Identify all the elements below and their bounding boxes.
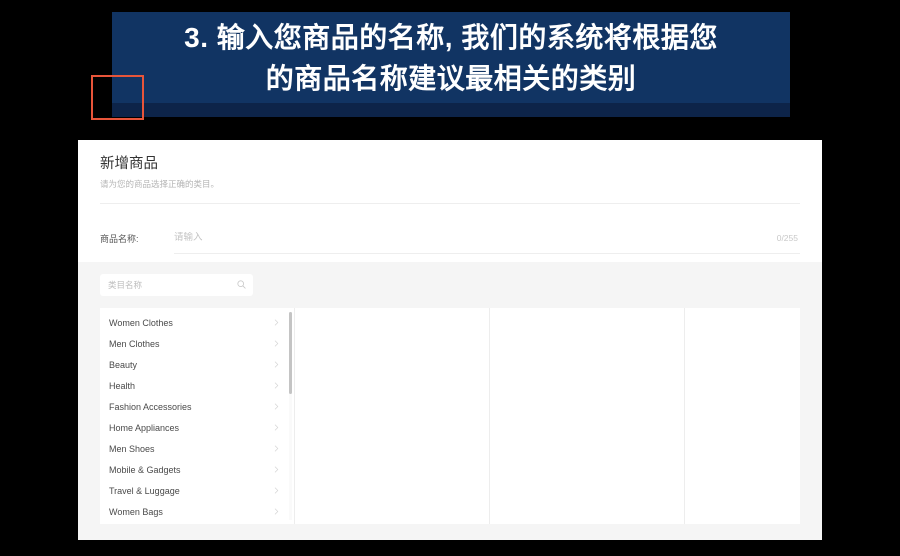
category-cascader: Women Clothes Men Clothes Beauty Health Fash… <box>100 308 800 524</box>
panel-header: 新增商品 请为您的商品选择正确的类目。 <box>78 140 822 214</box>
instruction-banner: 3. 输入您商品的名称, 我们的系统将根据您 的商品名称建议最相关的类别 <box>112 12 790 103</box>
page-subtitle: 请为您的商品选择正确的类目。 <box>100 179 220 189</box>
header-divider <box>100 203 800 204</box>
chevron-right-icon <box>274 424 279 431</box>
category-item-label: Fashion Accessories <box>109 401 192 412</box>
category-item-label: Men Clothes <box>109 338 160 349</box>
cascader-scrollbar-thumb[interactable] <box>289 312 292 394</box>
page-title: 新增商品 <box>100 156 158 172</box>
category-item-label: Women Clothes <box>109 317 173 328</box>
category-item-label: Home Appliances <box>109 422 180 433</box>
category-item[interactable]: Travel & Luggage <box>100 480 294 501</box>
add-product-panel: 新增商品 请为您的商品选择正确的类目。 商品名称: 0/255 Women Cl… <box>78 140 822 540</box>
chevron-right-icon <box>274 382 279 389</box>
chevron-right-icon <box>274 340 279 347</box>
panel-bottom-strip <box>78 524 822 540</box>
category-item[interactable]: Women Bags <box>100 501 294 522</box>
search-icon <box>237 280 246 289</box>
category-item[interactable]: Women Clothes <box>100 312 294 333</box>
category-item-label: Men Shoes <box>109 443 155 454</box>
product-name-input-wrapper[interactable]: 0/255 <box>174 223 800 254</box>
product-name-input[interactable] <box>174 232 800 243</box>
instruction-banner-line-2: 的商品名称建议最相关的类别 <box>265 62 637 94</box>
category-search-wrapper[interactable] <box>100 274 253 296</box>
product-name-label: 商品名称: <box>100 233 139 244</box>
chevron-right-icon <box>274 361 279 368</box>
chevron-right-icon <box>274 403 279 410</box>
category-item-label: Mobile & Gadgets <box>109 464 181 475</box>
category-item-label: Beauty <box>109 359 138 370</box>
category-item-label: Women Bags <box>109 506 163 517</box>
cascader-column-2 <box>295 308 490 524</box>
cascader-column-4 <box>685 308 800 524</box>
category-item-label: Travel & Luggage <box>109 485 180 496</box>
chevron-right-icon <box>274 445 279 452</box>
instruction-banner-line-1: 3. 输入您商品的名称, 我们的系统将根据您 <box>184 21 718 53</box>
chevron-right-icon <box>274 487 279 494</box>
category-item[interactable]: Men Shoes <box>100 438 294 459</box>
category-picker-section: Women Clothes Men Clothes Beauty Health Fash… <box>78 262 822 524</box>
instruction-banner-shadow <box>112 103 790 117</box>
category-item[interactable]: Health <box>100 375 294 396</box>
cascader-column-3 <box>490 308 685 524</box>
category-item[interactable]: Men Clothes <box>100 333 294 354</box>
category-item[interactable]: Fashion Accessories <box>100 396 294 417</box>
category-item-label: Health <box>109 380 136 391</box>
category-item[interactable]: Mobile & Gadgets <box>100 459 294 480</box>
cascader-column-1: Women Clothes Men Clothes Beauty Health Fash… <box>100 308 295 524</box>
chevron-right-icon <box>274 508 279 515</box>
category-search-input[interactable] <box>108 280 226 290</box>
chevron-right-icon <box>274 319 279 326</box>
chevron-right-icon <box>274 466 279 473</box>
category-item[interactable]: Home Appliances <box>100 417 294 438</box>
character-counter: 0/255 <box>776 232 798 243</box>
category-item[interactable]: Beauty <box>100 354 294 375</box>
product-name-row: 商品名称: 0/255 <box>78 214 822 262</box>
cascader-column-1-list: Women Clothes Men Clothes Beauty Health Fash… <box>100 312 294 522</box>
